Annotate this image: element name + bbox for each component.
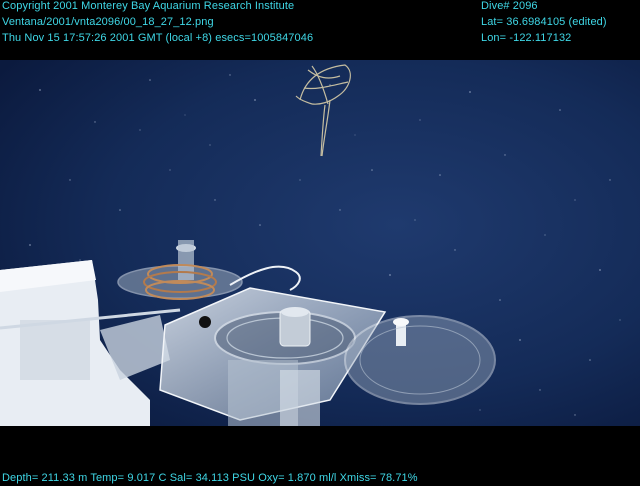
round-lid [344, 315, 496, 405]
latitude-text: Lat= 36.6984105 (edited) [481, 16, 607, 28]
telemetry-text: Depth= 211.33 m Temp= 9.017 C Sal= 34.11… [2, 472, 418, 484]
timestamp-text: Thu Nov 15 17:57:26 2001 GMT (local +8) … [2, 32, 314, 44]
image-path-text: Ventana/2001/vnta2096/00_18_27_12.png [2, 16, 214, 28]
copyright-text: Copyright 2001 Monterey Bay Aquarium Res… [2, 0, 295, 12]
dive-number-text: Dive# 2096 [481, 0, 538, 12]
footer-bar: Depth= 211.33 m Temp= 9.017 C Sal= 34.11… [0, 426, 640, 486]
longitude-text: Lon= -122.117132 [481, 32, 572, 44]
header-bar: Copyright 2001 Monterey Bay Aquarium Res… [0, 0, 640, 60]
underwater-camera-frame [0, 60, 640, 426]
